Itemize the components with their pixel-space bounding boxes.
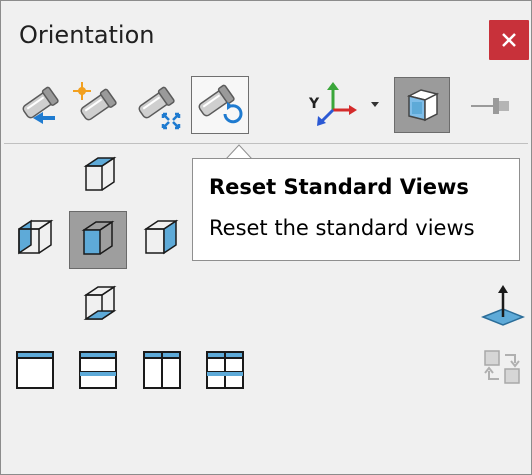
two-view-vertical-icon [143, 351, 181, 389]
normal-to-button[interactable] [475, 279, 531, 335]
tooltip: Reset Standard Views Reset the standard … [192, 158, 520, 261]
box-cube-icon [406, 89, 440, 122]
view-selector-toggle[interactable] [394, 77, 450, 133]
xyz-triad-icon: Y [308, 82, 379, 126]
pin-button[interactable] [463, 78, 519, 134]
cube-top-icon [83, 156, 117, 191]
cube-front-icon [81, 220, 115, 255]
cube-left-icon [18, 219, 54, 255]
reset-standard-views-button[interactable] [191, 76, 249, 134]
dialog-title: Orientation [19, 21, 155, 49]
close-icon [502, 33, 516, 47]
camera-star-icon [73, 82, 117, 121]
layout-single-view-button[interactable] [11, 344, 61, 394]
layout-two-view-vertical-button[interactable] [138, 344, 188, 394]
svg-text:Y: Y [308, 96, 320, 112]
tooltip-title: Reset Standard Views [209, 175, 469, 199]
four-view-icon [206, 351, 244, 389]
single-view-icon [16, 351, 54, 389]
link-views-icon [484, 350, 520, 384]
chevron-down-icon [371, 102, 379, 107]
link-views-button[interactable] [475, 341, 531, 397]
camera-reset-icon [198, 84, 243, 124]
normal-to-icon [480, 285, 526, 326]
camera-compress-icon [138, 86, 181, 130]
layout-four-view-button[interactable] [201, 344, 251, 394]
view-front-button[interactable] [69, 211, 127, 269]
pin-icon [471, 98, 509, 114]
cube-bottom-icon [83, 285, 117, 320]
camera-arrow-left-icon [22, 86, 59, 124]
zoom-to-fit-button[interactable] [131, 78, 187, 134]
close-button[interactable] [489, 20, 529, 60]
view-bottom-button[interactable] [74, 281, 124, 331]
view-left-button[interactable] [11, 215, 61, 265]
tooltip-description: Reset the standard views [209, 216, 475, 240]
two-view-horizontal-icon [79, 351, 117, 389]
new-view-button[interactable] [13, 78, 69, 134]
update-view-button[interactable] [69, 78, 125, 134]
view-selector-dropdown[interactable]: Y [301, 78, 381, 134]
orientation-dialog: Orientation Y Reset Standard Views Reset… [0, 0, 532, 475]
view-right-button[interactable] [136, 215, 186, 265]
layout-two-view-horizontal-button[interactable] [74, 344, 124, 394]
cube-right-icon [143, 219, 179, 255]
view-top-button[interactable] [74, 152, 124, 202]
